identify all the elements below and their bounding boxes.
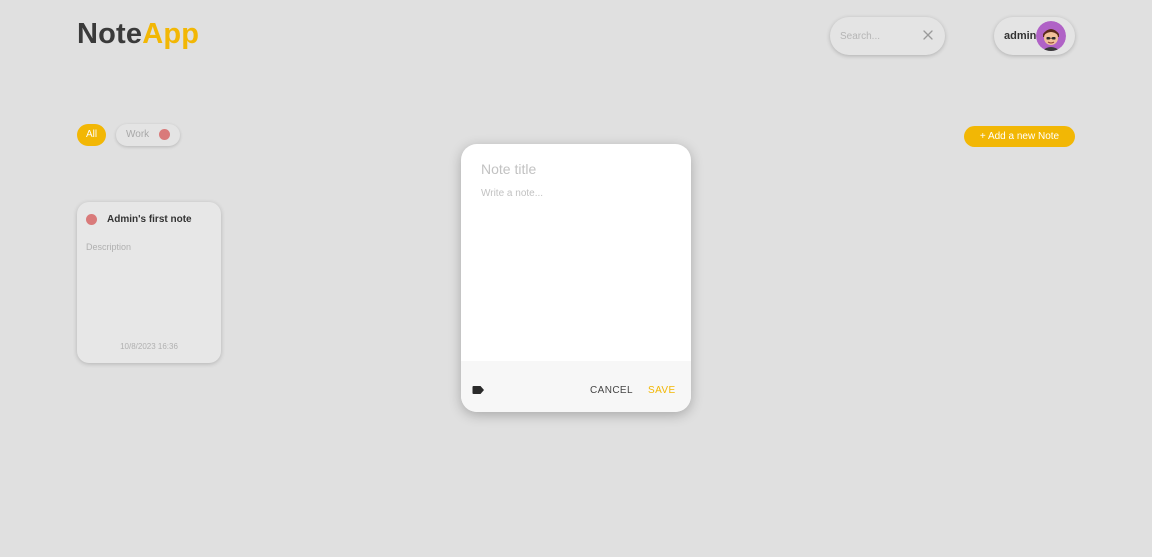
logo-text-note: Note xyxy=(77,18,143,50)
note-title-input[interactable] xyxy=(481,159,671,179)
note-body-textarea[interactable] xyxy=(481,188,671,348)
save-button[interactable]: SAVE xyxy=(648,385,676,396)
tag-color-dot xyxy=(86,214,97,225)
search-input[interactable] xyxy=(840,27,918,45)
filter-all-chip[interactable]: All xyxy=(77,124,106,146)
note-title: Admin's first note xyxy=(107,214,192,225)
filter-work-label: Work xyxy=(126,129,150,140)
avatar xyxy=(1036,21,1066,51)
note-description: Description xyxy=(86,242,132,252)
app-logo: NoteApp xyxy=(77,18,199,51)
search-bar xyxy=(830,17,945,55)
note-card[interactable]: Admin's first note Description 10/8/2023… xyxy=(77,202,221,363)
tag-color-dot xyxy=(159,129,170,140)
add-note-button[interactable]: + Add a new Note xyxy=(964,126,1075,147)
username-label: admin xyxy=(1004,30,1037,42)
note-date: 10/8/2023 16:36 xyxy=(120,342,178,351)
close-icon[interactable] xyxy=(921,28,935,42)
user-avatar-icon xyxy=(1036,21,1066,51)
label-icon[interactable] xyxy=(472,385,485,395)
user-menu-button[interactable]: admin xyxy=(994,17,1075,55)
new-note-modal: CANCEL SAVE xyxy=(461,144,691,412)
filter-work-chip[interactable]: Work xyxy=(116,124,180,146)
cancel-button[interactable]: CANCEL xyxy=(590,385,633,396)
logo-text-app: App xyxy=(142,18,200,50)
modal-footer: CANCEL SAVE xyxy=(461,361,691,412)
